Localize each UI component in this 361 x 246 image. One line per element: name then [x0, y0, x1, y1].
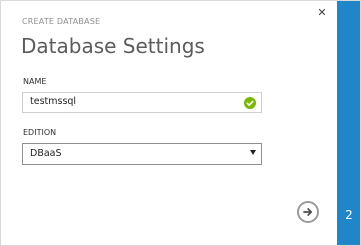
edition-label: EDITION [23, 128, 57, 137]
next-button[interactable] [297, 201, 319, 223]
name-input[interactable]: testmssql [22, 92, 262, 113]
name-input-value: testmssql [30, 96, 77, 107]
dialog-title: Database Settings [21, 34, 205, 58]
dialog-kicker: CREATE DATABASE [22, 17, 101, 26]
close-icon[interactable]: ✕ [315, 6, 329, 20]
edition-select-value: DBaaS [30, 148, 62, 159]
create-database-dialog: CREATE DATABASE Database Settings ✕ NAME… [0, 0, 361, 246]
arrow-right-icon [303, 208, 313, 216]
step-number: 2 [345, 208, 353, 222]
check-icon [244, 97, 256, 109]
chevron-down-icon [250, 150, 256, 155]
name-label: NAME [23, 77, 47, 86]
edition-select[interactable]: DBaaS [22, 143, 262, 165]
